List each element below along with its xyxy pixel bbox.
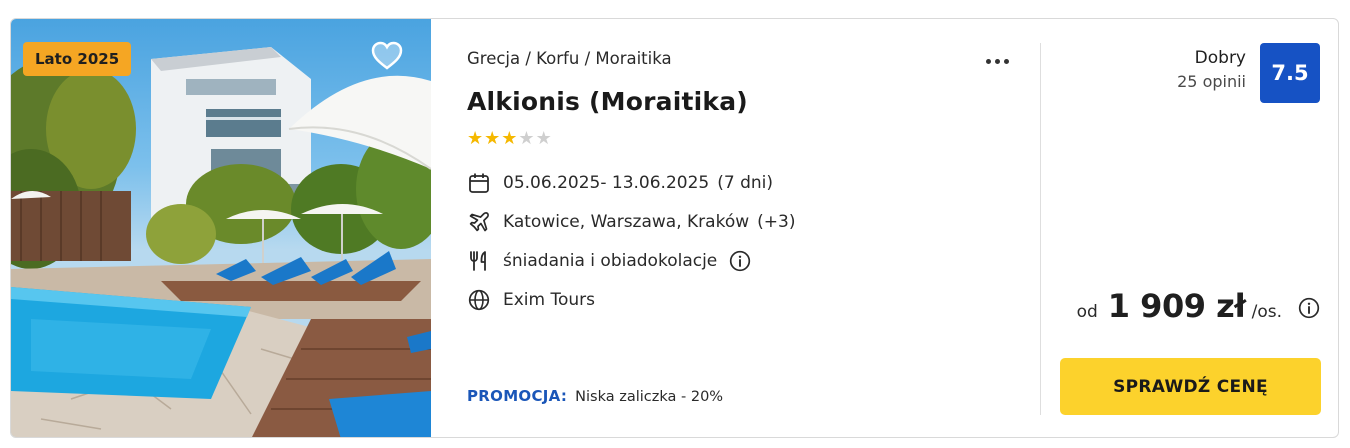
more-options-button[interactable]: [979, 49, 1015, 73]
more-horizontal-icon: [1003, 58, 1009, 64]
favorite-button[interactable]: [371, 41, 405, 75]
star-icon: ★: [484, 128, 501, 149]
rating-score-badge[interactable]: 7.5: [1260, 43, 1320, 103]
star-icon: ★: [501, 128, 518, 149]
departures-extra-link[interactable]: (+3): [757, 212, 795, 232]
star-empty-icon: ★: [535, 128, 552, 149]
price: od 1 909 zł /os.: [1077, 287, 1320, 325]
operator-text: Exim Tours: [503, 290, 596, 310]
season-badge: Lato 2025: [23, 42, 132, 76]
promo: PROMOCJA: Niska zaliczka - 20%: [467, 387, 723, 405]
duration-text: (7 dni): [717, 173, 773, 193]
check-price-button[interactable]: SPRAWDŹ CENĘ: [1060, 358, 1321, 415]
rating-summary[interactable]: Dobry 25 opinii: [1177, 47, 1246, 95]
promo-text: Niska zaliczka - 20%: [575, 389, 724, 405]
price-prefix: od: [1076, 302, 1098, 322]
dates-text: 05.06.2025- 13.06.2025: [503, 173, 710, 193]
rating-label: Dobry: [1194, 48, 1246, 68]
globe-icon: [467, 288, 491, 312]
cutlery-icon: [467, 249, 491, 273]
breadcrumb[interactable]: Grecja / Korfu / Moraitika: [467, 49, 672, 68]
departures-row: Katowice, Warszawa, Kraków (+3): [467, 210, 795, 234]
hotel-photo-illustration: [11, 47, 431, 437]
heart-icon: [371, 41, 403, 70]
price-amount: 1 909 zł: [1107, 287, 1246, 325]
reviews-count[interactable]: 25 opinii: [1177, 69, 1246, 95]
board-text: śniadania i obiadokolacje: [503, 251, 718, 271]
more-horizontal-icon: [994, 58, 1000, 64]
info-icon[interactable]: [1298, 297, 1320, 319]
dates-row: 05.06.2025- 13.06.2025 (7 dni): [467, 171, 773, 195]
divider: [1040, 43, 1041, 415]
info-icon[interactable]: [729, 250, 751, 272]
calendar-icon: [467, 171, 491, 195]
star-rating: ★ ★ ★ ★ ★: [467, 129, 552, 149]
price-suffix: /os.: [1251, 302, 1282, 322]
offer-card[interactable]: Lato 2025 Grecja / Korfu / Moraitika Alk…: [10, 18, 1339, 438]
hotel-name[interactable]: Alkionis (Moraitika): [467, 87, 748, 116]
more-horizontal-icon: [985, 58, 991, 64]
departures-text: Katowice, Warszawa, Kraków: [503, 212, 750, 232]
star-empty-icon: ★: [518, 128, 535, 149]
operator-row: Exim Tours: [467, 288, 595, 312]
board-row: śniadania i obiadokolacje: [467, 249, 751, 273]
plane-icon: [467, 210, 491, 234]
star-icon: ★: [467, 128, 484, 149]
hotel-photo[interactable]: Lato 2025: [11, 19, 431, 437]
promo-label: PROMOCJA:: [467, 387, 568, 405]
